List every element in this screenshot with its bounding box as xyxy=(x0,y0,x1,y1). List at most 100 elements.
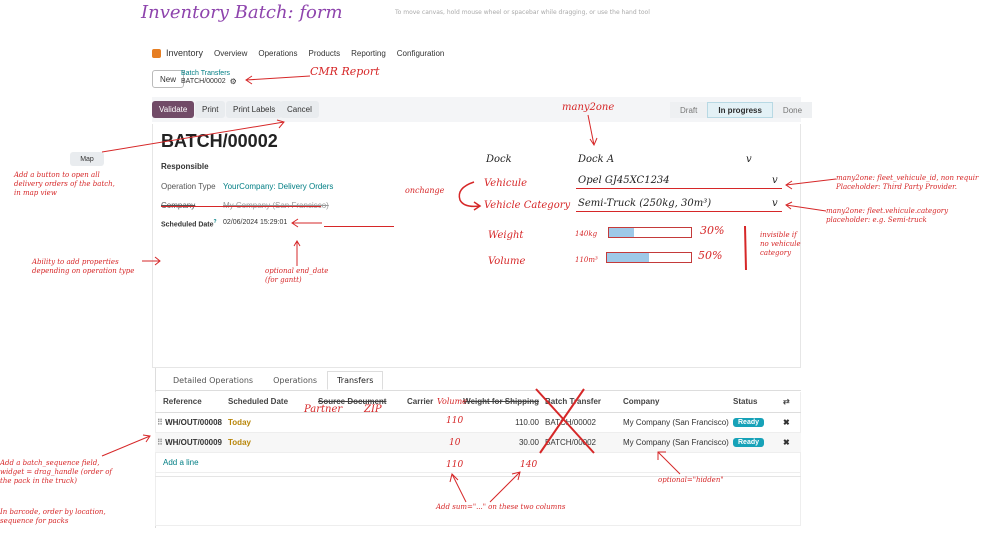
table-header: Reference Scheduled Date Source Document… xyxy=(155,392,801,412)
transfers-list: Reference Scheduled Date Source Document… xyxy=(155,392,801,473)
nav-products[interactable]: Products xyxy=(309,49,341,58)
volume-percent: 50% xyxy=(698,249,723,262)
print-button[interactable]: Print xyxy=(195,101,226,118)
weight-gauge xyxy=(608,227,692,238)
volume-gauge-fill xyxy=(607,253,649,262)
responsible-label: Responsible xyxy=(161,162,209,171)
cancel-button[interactable]: Cancel xyxy=(280,101,319,118)
tab-operations[interactable]: Operations xyxy=(263,371,327,390)
new-button[interactable]: New xyxy=(152,70,185,88)
category-note: many2one: fleet.vehicule.category placeh… xyxy=(826,207,949,224)
breadcrumb: Batch Transfers BATCH/00002 ⚙ xyxy=(181,70,237,86)
properties-note: Ability to add properties depending on o… xyxy=(32,258,135,275)
nav-app-name[interactable]: Inventory xyxy=(166,48,203,58)
notebook-tabs: Detailed Operations Operations Transfers xyxy=(163,371,384,390)
dock-label: Dock xyxy=(486,154,512,165)
nav-reporting[interactable]: Reporting xyxy=(351,49,386,58)
many2one-top-note: many2one xyxy=(562,102,615,113)
end-date-arrow xyxy=(291,218,322,228)
scheduled-date-label: Scheduled Date? xyxy=(161,219,217,228)
category-dropdown-icon[interactable]: v xyxy=(772,198,778,209)
stage-in-progress[interactable]: In progress xyxy=(707,102,773,118)
form-sheet xyxy=(152,124,801,368)
dock-dropdown-icon[interactable]: v xyxy=(746,154,752,165)
status-badge: Ready xyxy=(733,438,765,447)
row-company: My Company (San Francisco) xyxy=(623,417,729,427)
inventory-app-icon[interactable] xyxy=(152,48,161,58)
map-button[interactable]: Map xyxy=(70,152,104,166)
cmr-arrow xyxy=(245,75,311,85)
print-labels-button[interactable]: Print Labels xyxy=(226,101,283,118)
row-reference: WH/OUT/00008 xyxy=(165,417,222,427)
breadcrumb-parent[interactable]: Batch Transfers xyxy=(181,70,237,77)
weight-value: 140kg xyxy=(575,230,598,238)
weight-label: Weight xyxy=(488,230,524,241)
stage-done[interactable]: Done xyxy=(772,102,813,118)
volume-value: 110m³ xyxy=(575,256,598,264)
map-note: Add a button to open all delivery orders… xyxy=(14,171,115,197)
row-scheduled: Today xyxy=(228,437,251,447)
status-pipeline: Draft In progress Done xyxy=(670,102,813,118)
row2-volume: 10 xyxy=(449,438,461,448)
vehicle-dropdown-icon[interactable]: v xyxy=(772,175,778,186)
col-company[interactable]: Company xyxy=(623,392,733,412)
onchange-arrow xyxy=(458,181,482,211)
vehicle-note: many2one: fleet_vehicule_id, non requir … xyxy=(836,174,979,191)
col-reference[interactable]: Reference xyxy=(155,392,228,412)
strike-batch-cross xyxy=(535,388,595,454)
status-badge: Ready xyxy=(733,418,765,427)
cmr-report-note: CMR Report xyxy=(310,65,380,78)
vehicle-field[interactable]: Opel GJ45XC1234 xyxy=(578,175,670,186)
invisible-bracket xyxy=(744,225,747,271)
tab-transfers[interactable]: Transfers xyxy=(327,371,384,390)
nav-configuration[interactable]: Configuration xyxy=(397,49,445,58)
delete-row-icon[interactable]: ✖ xyxy=(783,412,801,432)
volume-label: Volume xyxy=(488,256,526,267)
add-line-link[interactable]: Add a line xyxy=(163,458,199,467)
onchange-note: onchange xyxy=(405,186,445,195)
invisible-note: invisible if no vehicule category xyxy=(760,231,801,257)
vehicle-label: Vehicule xyxy=(484,178,528,189)
dock-field[interactable]: Dock A xyxy=(578,154,614,165)
sequence-arrow xyxy=(101,434,151,457)
sum-arrows xyxy=(449,471,521,503)
weight-percent: 30% xyxy=(700,224,725,237)
optional-columns-icon[interactable]: ⇄ xyxy=(783,392,801,412)
sum-note: Add sum="..." on these two columns xyxy=(436,503,566,511)
breadcrumb-current: BATCH/00002 xyxy=(181,78,226,85)
gear-icon[interactable]: ⚙ xyxy=(230,77,237,86)
sequence-note: Add a batch_sequence field, widget = dra… xyxy=(0,459,113,485)
page-title: Inventory Batch: form xyxy=(141,2,343,23)
nav-overview[interactable]: Overview xyxy=(214,49,247,58)
nav-operations[interactable]: Operations xyxy=(258,49,297,58)
hidden-arrow xyxy=(657,451,681,475)
stage-draft[interactable]: Draft xyxy=(670,102,708,118)
category-label: Vehicle Category xyxy=(484,200,571,211)
operation-type-field[interactable]: YourCompany: Delivery Orders xyxy=(223,182,333,191)
scheduled-date-field[interactable]: 02/06/2024 15:29:01 xyxy=(223,219,287,226)
help-icon[interactable]: ? xyxy=(214,219,217,225)
scheduled-date-label-text: Scheduled Date xyxy=(161,221,214,229)
properties-arrow xyxy=(142,256,161,266)
hidden-note: optional="hidden" xyxy=(658,476,724,484)
end-date-note: optional end_date (for gantt) xyxy=(265,267,329,284)
zip-note: ZIP xyxy=(364,404,382,415)
drag-handle-icon[interactable]: ⠿ xyxy=(157,438,165,447)
barcode-note: In barcode, order by location, sequence … xyxy=(0,508,106,525)
validate-button[interactable]: Validate xyxy=(152,101,195,118)
top-nav: Inventory Overview Operations Products R… xyxy=(152,48,455,58)
drag-handle-icon[interactable]: ⠿ xyxy=(157,418,165,427)
delete-row-icon[interactable]: ✖ xyxy=(783,432,801,452)
volume-column-note: Volume xyxy=(437,397,467,406)
operation-type-label: Operation Type xyxy=(161,182,216,191)
partner-note: Partner xyxy=(304,404,343,415)
tab-detailed-operations[interactable]: Detailed Operations xyxy=(163,371,263,390)
table-row[interactable]: ⠿ WH/OUT/00008 Today 110.00 BATCH/00002 … xyxy=(155,412,801,432)
col-carrier[interactable]: Carrier xyxy=(407,392,437,412)
category-field[interactable]: Semi-Truck (250kg, 30m³) xyxy=(578,198,711,209)
row1-volume: 110 xyxy=(446,416,464,426)
col-status[interactable]: Status xyxy=(733,392,783,412)
row-scheduled: Today xyxy=(228,417,251,427)
canvas-hint: To move canvas, hold mouse wheel or spac… xyxy=(395,9,650,16)
table-row[interactable]: ⠿ WH/OUT/00009 Today 30.00 BATCH/00002 M… xyxy=(155,432,801,452)
